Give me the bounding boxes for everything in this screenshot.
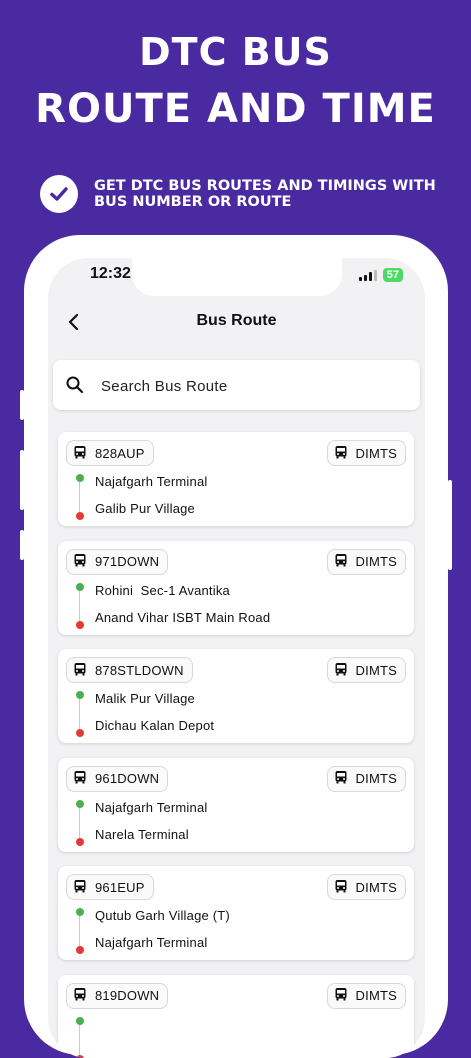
route-start-stop: Rohini Sec-1 Avantika [95, 583, 230, 598]
bus-icon [73, 662, 95, 679]
end-stop-dot [76, 621, 84, 629]
phone-side-button [20, 390, 24, 420]
check-icon [40, 175, 78, 213]
operator-name: DIMTS [356, 988, 397, 1003]
search-icon [65, 375, 85, 395]
route-number-chip: 828AUP [66, 440, 154, 466]
end-stop-dot [76, 838, 84, 846]
route-connector [79, 1025, 80, 1055]
route-start-stop: Najafgarh Terminal [95, 800, 207, 815]
route-start-stop: Malik Pur Village [95, 691, 195, 706]
route-end-stop: Dichau Kalan Depot [95, 718, 214, 733]
route-card[interactable]: 961EUP DIMTS Qutub Garh Village (T) Najafga… [58, 866, 414, 960]
route-start-stop: Qutub Garh Village (T) [95, 908, 230, 923]
end-stop-dot [76, 729, 84, 737]
start-stop-dot [76, 474, 84, 482]
route-number-chip: 961DOWN [66, 766, 168, 792]
page-title: Bus Route [48, 312, 425, 330]
end-stop-dot [76, 1055, 84, 1058]
route-connector [79, 808, 80, 838]
route-end-stop: Galib Pur Village [95, 501, 195, 516]
operator-chip: DIMTS [327, 440, 406, 466]
start-stop-dot [76, 1017, 84, 1025]
route-number-chip: 971DOWN [66, 549, 168, 575]
route-number: 828AUP [95, 446, 145, 461]
operator-name: DIMTS [356, 771, 397, 786]
operator-chip: DIMTS [327, 983, 406, 1009]
phone-side-button [20, 530, 24, 560]
operator-name: DIMTS [356, 663, 397, 678]
bus-icon [334, 987, 356, 1004]
search-bar[interactable] [53, 360, 420, 410]
bus-icon [334, 770, 356, 787]
route-connector [79, 591, 80, 621]
search-input[interactable] [99, 372, 403, 400]
operator-name: DIMTS [356, 554, 397, 569]
route-end-stop: Najafgarh Terminal [95, 935, 207, 950]
promo-title-line1: DTC BUS [0, 30, 471, 74]
operator-chip: DIMTS [327, 874, 406, 900]
end-stop-dot [76, 946, 84, 954]
bus-icon [73, 553, 95, 570]
operator-chip: DIMTS [327, 766, 406, 792]
route-number: 961EUP [95, 880, 145, 895]
app-screen: 12:32 57 Bus Route 828AUP DIMTS Najafgarh … [48, 258, 425, 1058]
bus-icon [73, 445, 95, 462]
bus-icon [73, 770, 95, 787]
route-card[interactable]: 878STLDOWN DIMTS Malik Pur Village Dichau K… [58, 649, 414, 743]
operator-chip: DIMTS [327, 657, 406, 683]
start-stop-dot [76, 800, 84, 808]
route-number: 961DOWN [95, 771, 159, 786]
promo-subtitle-row: GET DTC BUS ROUTES AND TIMINGS WITH BUS … [40, 174, 461, 214]
bus-icon [334, 553, 356, 570]
promo-subtitle: GET DTC BUS ROUTES AND TIMINGS WITH BUS … [94, 178, 461, 210]
phone-notch [132, 258, 342, 296]
operator-name: DIMTS [356, 880, 397, 895]
operator-name: DIMTS [356, 446, 397, 461]
route-number: 819DOWN [95, 988, 159, 1003]
phone-side-button [448, 480, 452, 570]
operator-chip: DIMTS [327, 549, 406, 575]
start-stop-dot [76, 691, 84, 699]
bus-icon [73, 879, 95, 896]
route-number-chip: 961EUP [66, 874, 154, 900]
route-connector [79, 916, 80, 946]
route-number-chip: 819DOWN [66, 983, 168, 1009]
status-time: 12:32 [90, 265, 131, 283]
end-stop-dot [76, 512, 84, 520]
bus-icon [334, 662, 356, 679]
route-connector [79, 699, 80, 729]
promo-title-line2: ROUTE AND TIME [0, 86, 471, 132]
route-number: 971DOWN [95, 554, 159, 569]
signal-icon [359, 270, 377, 281]
route-card[interactable]: 971DOWN DIMTS Rohini Sec-1 Avantika Anand V… [58, 541, 414, 635]
route-end-stop: Narela Terminal [95, 827, 189, 842]
route-end-stop: Anand Vihar ISBT Main Road [95, 610, 270, 625]
route-card[interactable]: 819DOWN DIMTS [58, 975, 414, 1058]
battery-icon: 57 [383, 268, 403, 282]
route-number-chip: 878STLDOWN [66, 657, 193, 683]
phone-side-button [20, 450, 24, 510]
bus-icon [73, 987, 95, 1004]
start-stop-dot [76, 908, 84, 916]
route-number: 878STLDOWN [95, 663, 184, 678]
route-start-stop: Najafgarh Terminal [95, 474, 207, 489]
bus-icon [334, 445, 356, 462]
status-indicators: 57 [359, 268, 403, 282]
start-stop-dot [76, 583, 84, 591]
route-connector [79, 482, 80, 512]
bus-icon [334, 879, 356, 896]
route-card[interactable]: 961DOWN DIMTS Najafgarh Terminal Narela Ter… [58, 758, 414, 852]
route-card[interactable]: 828AUP DIMTS Najafgarh Terminal Galib Pur V… [58, 432, 414, 526]
